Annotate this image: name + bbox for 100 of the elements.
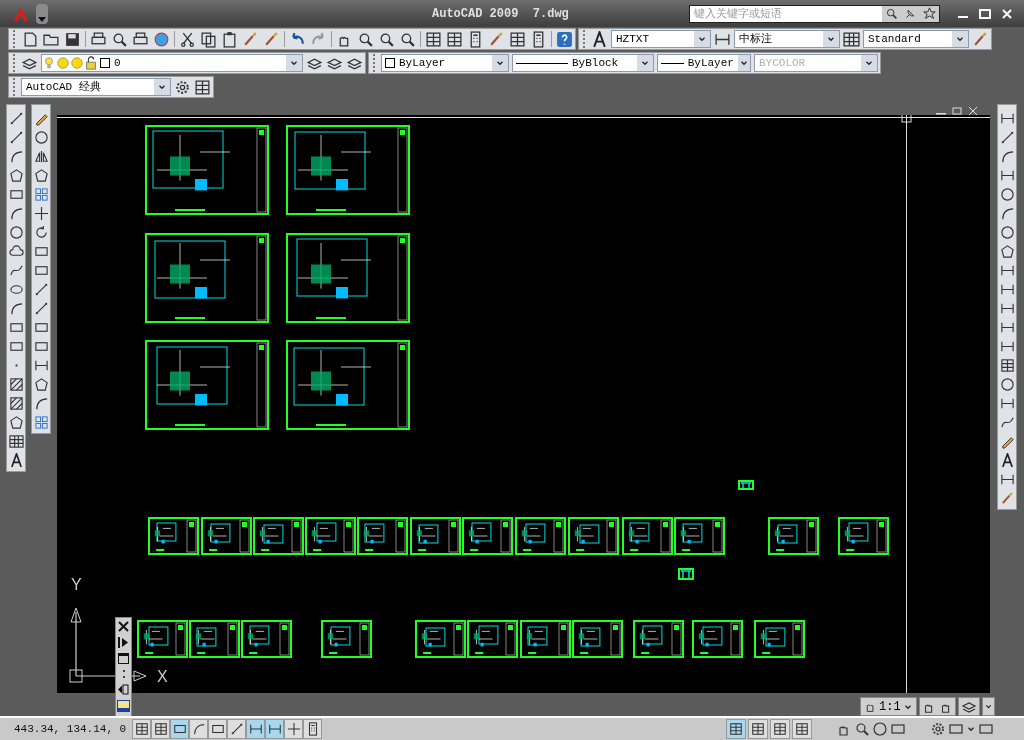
circle-icon[interactable] [33,130,49,145]
color-swatch-icon [385,58,395,68]
line-icon[interactable] [999,130,1015,145]
arc-icon[interactable] [999,206,1015,221]
dimension-icon[interactable] [999,472,1015,487]
help-icon[interactable] [556,30,573,48]
rotate-icon[interactable] [33,225,49,240]
line-icon[interactable] [33,301,49,316]
brush-icon[interactable] [242,30,259,48]
rectangle-icon[interactable] [8,187,24,202]
dimension-icon[interactable] [999,168,1015,183]
polygon-icon[interactable] [33,168,49,183]
squares-icon[interactable] [33,187,49,202]
pencil-icon[interactable] [33,111,49,126]
spline-icon[interactable] [999,415,1015,430]
grid-panel-icon[interactable] [194,78,211,96]
copy-icon[interactable] [200,30,217,48]
letter-a-icon[interactable] [8,453,24,468]
line-icon[interactable] [8,130,24,145]
close-icon[interactable] [118,621,129,632]
line-icon[interactable] [33,282,49,297]
table-icon[interactable] [8,434,24,449]
dimension-icon[interactable] [999,320,1015,335]
polygon-icon[interactable] [8,168,24,183]
linetype-dropdown[interactable]: ByBlock [512,54,654,72]
arc-icon[interactable] [999,149,1015,164]
arrow-icon[interactable] [118,684,129,695]
dimension-style-dropdown[interactable]: 中标注 [734,30,840,48]
workspace-dropdown[interactable]: AutoCAD 经典 [21,78,171,96]
grid-panel-icon[interactable] [446,30,463,48]
play-icon[interactable] [118,637,129,648]
table-icon[interactable] [843,30,860,48]
brush-icon[interactable] [972,30,989,48]
brush-icon[interactable] [488,30,505,48]
spline-icon[interactable] [8,263,24,278]
grid-panel-icon[interactable] [509,30,526,48]
hatch-icon[interactable] [8,396,24,411]
circle-icon[interactable] [872,721,888,737]
polygon-icon[interactable] [8,415,24,430]
mirror-icon[interactable] [33,149,49,164]
dimension-icon[interactable] [999,282,1015,297]
circle-icon[interactable] [999,225,1015,240]
pencil-icon[interactable] [999,434,1015,449]
circle-icon[interactable] [999,187,1015,202]
dimension-icon[interactable] [999,339,1015,354]
ellipse-icon[interactable] [8,282,24,297]
dimension-icon[interactable] [999,263,1015,278]
rectangle-icon[interactable] [8,339,24,354]
rectangle-icon[interactable] [33,339,49,354]
table-style-dropdown[interactable]: Standard [863,30,969,48]
arc-icon[interactable] [8,301,24,316]
rectangle-icon[interactable] [8,320,24,335]
line-icon[interactable] [8,111,24,126]
scissors-icon[interactable] [179,30,196,48]
note-icon[interactable] [117,700,130,712]
gear-icon[interactable] [930,721,946,737]
letter-a-icon[interactable] [999,453,1015,468]
text-style-dropdown[interactable]: HZTXT [611,30,711,48]
grid-panel-icon[interactable] [999,358,1015,373]
restore-icon[interactable] [951,107,963,115]
drawing-canvas[interactable]: Y X [57,115,990,693]
new-file-icon[interactable] [22,30,39,48]
dimension-icon[interactable] [999,111,1015,126]
hatch-icon[interactable] [8,377,24,392]
dimension-icon[interactable] [999,301,1015,316]
circle-icon[interactable] [999,377,1015,392]
close-icon[interactable] [1000,6,1014,21]
lineweight-dropdown[interactable]: ByLayer [657,54,751,72]
rectangle-icon[interactable] [33,320,49,335]
rectangle-icon[interactable] [33,244,49,259]
letter-a-icon[interactable] [591,30,608,48]
drawing-sheet [515,517,566,555]
brush-icon[interactable] [999,491,1015,506]
circle-icon[interactable] [8,225,24,240]
polygon-icon[interactable] [33,377,49,392]
arc-icon[interactable] [8,149,24,164]
polygon-icon[interactable] [999,244,1015,259]
color-swatch-icon [100,58,110,68]
annotation-scale-button[interactable]: 1:1 [860,697,917,716]
dimension-icon[interactable] [999,396,1015,411]
magnifier-icon[interactable] [854,721,870,737]
layer-dropdown[interactable]: 0 [41,54,303,72]
cloud-icon[interactable] [8,244,24,259]
rectangle-icon[interactable] [33,263,49,278]
drawing-sheet [410,517,461,555]
maximize-icon[interactable] [978,6,992,21]
move-arrows-icon[interactable] [33,206,49,221]
arc-icon[interactable] [8,206,24,221]
padlock-icon[interactable] [84,56,98,70]
window-icon[interactable] [118,653,129,664]
arc-icon[interactable] [33,396,49,411]
application-menu-dropdown[interactable] [36,3,48,24]
gear-icon[interactable] [174,78,191,96]
squares-icon[interactable] [33,415,49,430]
grid-panel-icon[interactable] [425,30,442,48]
clipboard-icon[interactable] [221,30,238,48]
brush-icon[interactable] [263,30,280,48]
dimension-icon[interactable] [33,358,49,373]
caret-icon[interactable] [983,702,993,711]
color-dropdown[interactable]: ByLayer [381,54,509,72]
